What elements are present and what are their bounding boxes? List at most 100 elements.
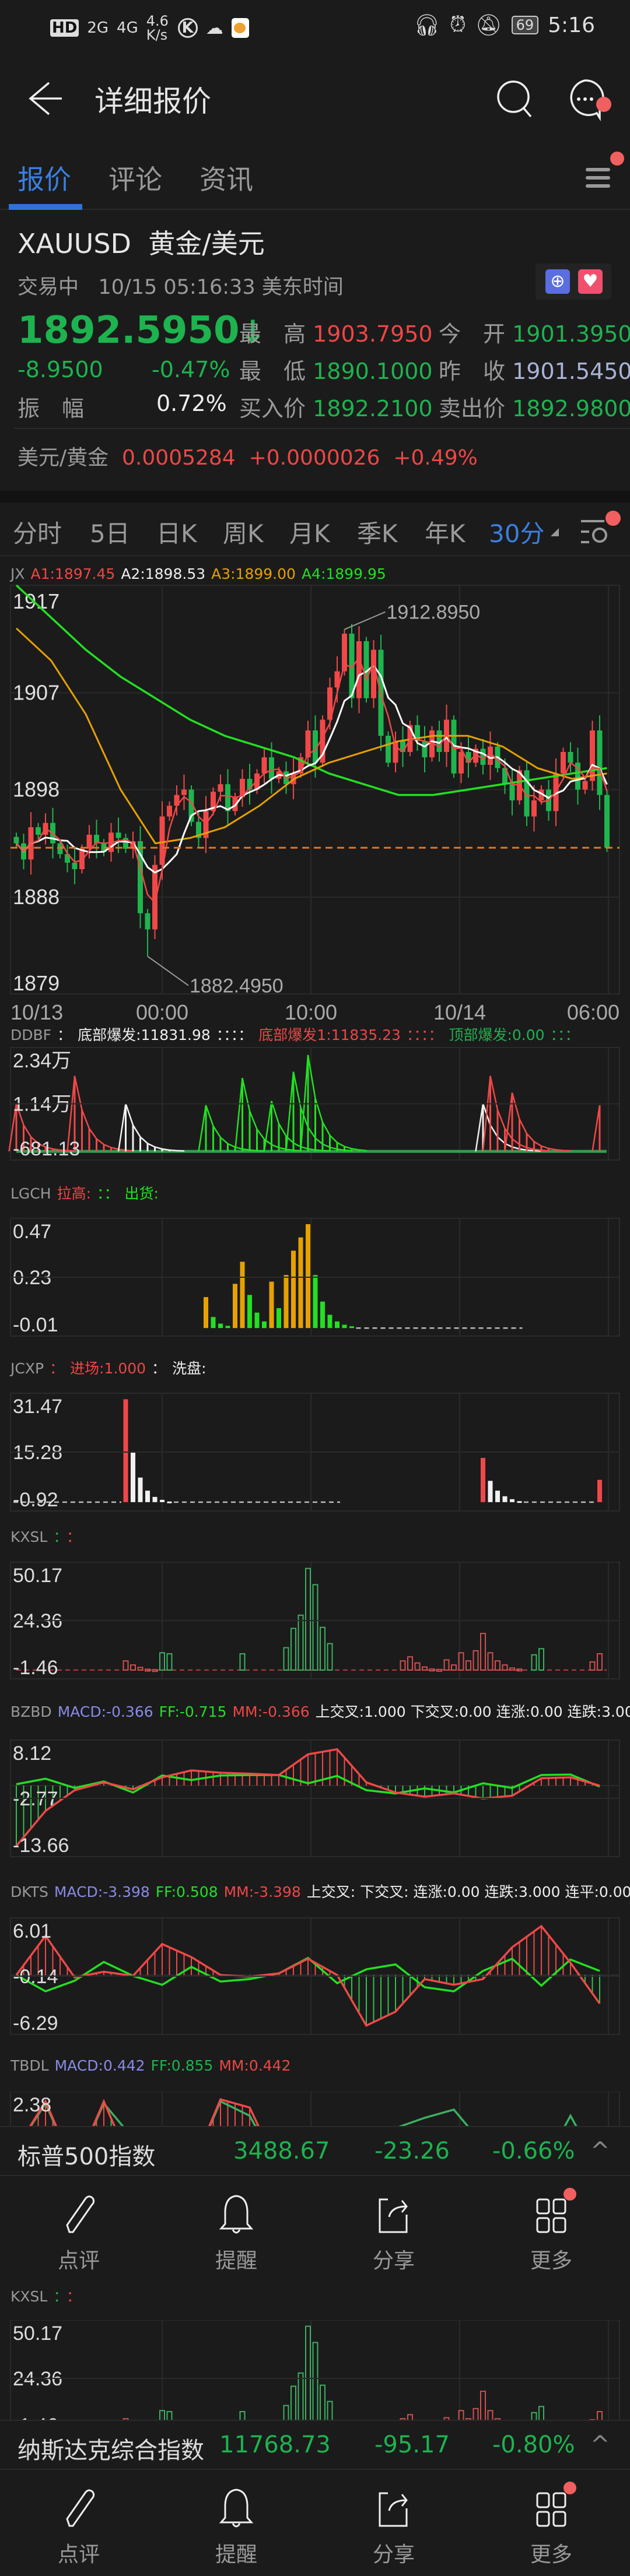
y-axis-label: 1907 <box>13 680 60 704</box>
indicator-bar <box>502 1496 508 1502</box>
y-axis-label: -13.66 <box>13 1835 69 1857</box>
period-30min[interactable]: 30分 <box>489 514 544 550</box>
tbdl-mm: MM:0.442 <box>219 2057 291 2074</box>
indicator-bar <box>407 1656 413 1671</box>
indicator-bar <box>517 1501 522 1503</box>
jcxp-washout: 洗盘: <box>172 1360 206 1377</box>
comment-button[interactable]: 点评 <box>0 2177 158 2282</box>
indicator-bar <box>298 2372 304 2420</box>
ddbf-top-burst: 顶部爆发:0.00 <box>449 1027 545 1043</box>
search-icon[interactable] <box>495 78 536 119</box>
indicator-bar <box>167 1501 172 1503</box>
period-intraday[interactable]: 分时 <box>13 514 62 550</box>
period-dropdown-icon[interactable] <box>551 528 559 536</box>
indicator-bar <box>290 1628 296 1671</box>
bzbd-mm: MM:-0.366 <box>232 1703 310 1720</box>
candle <box>568 751 573 763</box>
jcxp-sep: ： <box>50 1360 65 1377</box>
y-axis-label: 6.01 <box>13 1920 51 1942</box>
ma-a4-line <box>15 584 607 796</box>
candlestick-chart[interactable]: 191719071898188818791912.89501882.495010… <box>0 584 630 1028</box>
kxsl-chart: 50.1724.36-1.46 <box>10 1562 620 1679</box>
ddbf-dots: ：：：： <box>216 1027 253 1043</box>
tab-news[interactable]: 资讯 <box>200 159 253 197</box>
period-day[interactable]: 日K <box>156 514 197 550</box>
share-button[interactable]: 分享 <box>315 2471 473 2576</box>
period-month[interactable]: 月K <box>289 514 330 550</box>
share-label: 分享 <box>372 2543 415 2567</box>
indicator-bar <box>130 1664 136 1671</box>
clock: 5:16 <box>548 13 595 37</box>
ddbf-curve <box>482 1076 549 1152</box>
chevron-up-icon[interactable]: ^ <box>590 2431 610 2458</box>
x-axis-label: 06:00 <box>567 1000 620 1024</box>
indicator-bar <box>327 2401 333 2420</box>
app-header: 详细报价 <box>0 49 630 148</box>
ma-legend-name: JX <box>10 565 25 582</box>
chevron-up-icon[interactable]: ^ <box>590 2138 610 2164</box>
more-button[interactable]: 更多 <box>473 2471 630 2576</box>
period-5day[interactable]: 5日 <box>90 514 130 550</box>
ddbf-curve <box>198 1105 265 1152</box>
indicator-bar <box>466 1660 471 1671</box>
quote-time: 10/15 05:16:33 美东时间 <box>98 276 344 299</box>
lgch-legend: LGCH 拉高: ：： 出货: <box>10 1182 164 1203</box>
top-tabs: 报价 评论 资讯 <box>0 146 630 210</box>
candle <box>269 757 274 779</box>
indicator-bar <box>597 2411 603 2420</box>
more-button[interactable]: 更多 <box>473 2177 630 2282</box>
y-axis-label: -1.46 <box>13 1657 58 1679</box>
comment-button[interactable]: 点评 <box>0 2471 158 2576</box>
indicator-bar <box>204 1297 208 1329</box>
message-badge <box>596 97 611 112</box>
chart-settings-icon[interactable] <box>581 518 610 547</box>
kxsl-name: KXSL <box>10 1528 48 1545</box>
ddbf-chart: 2.34万1.14万-681.13 <box>8 1047 620 1161</box>
dkts-ff: FF:0.508 <box>155 1883 218 1900</box>
y-axis-label: -681.13 <box>13 1138 80 1160</box>
period-quarter[interactable]: 季K <box>357 514 398 550</box>
back-icon[interactable] <box>26 78 66 119</box>
ddbf-name: DDBF <box>10 1027 52 1043</box>
indicator-bar <box>320 2384 326 2420</box>
annotation-leader <box>147 955 189 986</box>
network-speed: 4.6 K/s <box>146 13 169 43</box>
alert-button[interactable]: 提醒 <box>158 2471 315 2576</box>
y-axis-label: 8.12 <box>13 1742 51 1765</box>
tab-quote[interactable]: 报价 <box>18 159 71 197</box>
index-row[interactable]: 标普500指数 3488.67 -23.26 -0.66% ^ <box>0 2127 630 2176</box>
jcxp-legend: JCXP ： 进场:1.000 ： 洗盘: <box>10 1357 212 1378</box>
alert-button[interactable]: 提醒 <box>158 2177 315 2282</box>
tab-comments[interactable]: 评论 <box>108 159 162 197</box>
share-button[interactable]: 分享 <box>315 2177 473 2282</box>
y-axis-label: -6.29 <box>13 2012 58 2034</box>
indicator-bar <box>239 2411 246 2420</box>
indicator-bar <box>211 1317 216 1329</box>
inverse-change: +0.0000026 <box>249 446 380 470</box>
dkts-mm: MM:-3.398 <box>223 1883 301 1900</box>
ma-a4: A4:1899.95 <box>301 565 386 582</box>
menu-icon[interactable] <box>586 162 611 191</box>
quote-actions: ⊕ ♥ <box>536 263 611 300</box>
favorite-heart-icon[interactable]: ♥ <box>578 269 603 294</box>
indicator-bar <box>502 1664 508 1671</box>
indicator-bar <box>305 2325 311 2420</box>
index-pct: -0.80% <box>492 2431 575 2458</box>
indicator-bar <box>137 1667 144 1671</box>
indicator-bar <box>422 1666 428 1671</box>
bid-value: 1892.2100 <box>313 396 433 421</box>
bzbd-legend: BZBD MACD:-0.366 FF:-0.715 MM:-0.366 上交叉:1.0… <box>10 1700 630 1721</box>
period-year[interactable]: 年K <box>425 514 466 550</box>
index-action-bar-2: 纳斯达克综合指数 11768.73 -95.17 -0.80% ^ 点评 提醒 … <box>0 2420 630 2567</box>
more-badge <box>564 2188 576 2201</box>
indicator-bar <box>225 1326 230 1329</box>
tbdl-legend: TBDL MACD:0.442 FF:0.855 MM:0.442 <box>10 2057 297 2074</box>
more-label: 更多 <box>530 2543 572 2567</box>
ma-legend: JX A1:1897.45 A2:1898.53 A3:1899.00 A4:1899.… <box>10 565 392 582</box>
index-row[interactable]: 纳斯达克综合指数 11768.73 -95.17 -0.80% ^ <box>0 2421 630 2470</box>
candle <box>116 832 121 838</box>
indicator-bar <box>531 2412 537 2420</box>
period-week[interactable]: 周K <box>223 514 264 550</box>
indicator-bar <box>313 1275 318 1329</box>
globe-icon[interactable]: ⊕ <box>545 269 570 294</box>
